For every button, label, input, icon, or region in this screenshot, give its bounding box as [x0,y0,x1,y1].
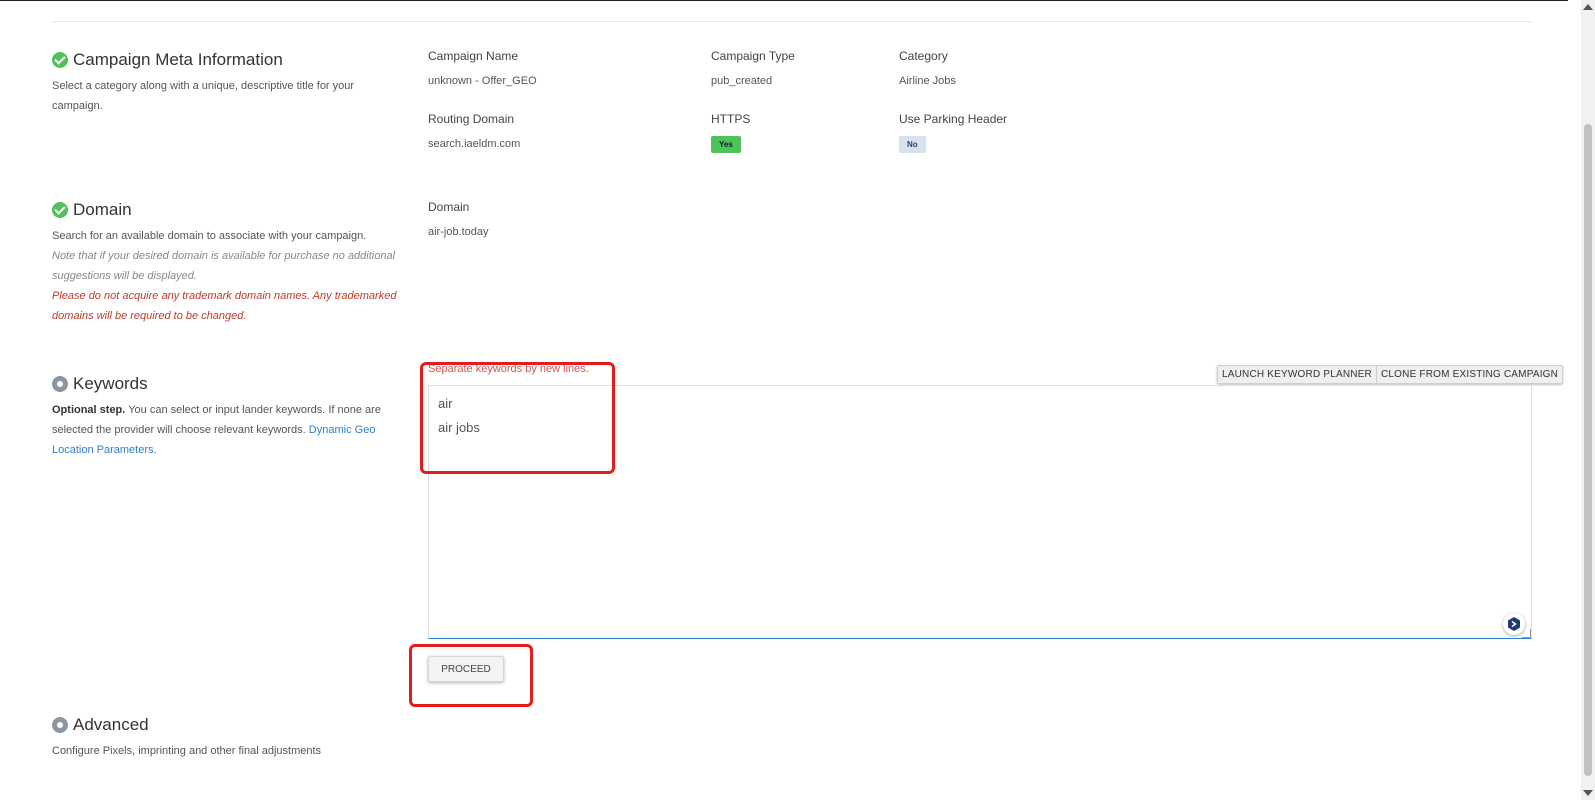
advanced-section: Advanced Configure Pixels, imprinting an… [52,715,402,761]
meta-title: Campaign Meta Information [52,50,402,70]
keyword-actions: LAUNCH KEYWORD PLANNER CLONE FROM EXISTI… [1217,365,1564,384]
scroll-thumb[interactable] [1584,124,1592,776]
check-circle-icon [52,202,68,218]
category-field: Category Airline Jobs [899,49,956,87]
meta-section: Campaign Meta Information Select a categ… [52,50,402,116]
clone-existing-campaign-button[interactable]: CLONE FROM EXISTING CAMPAIGN [1375,366,1563,383]
campaign-name-field: Campaign Name unknown - Offer_GEO [428,49,537,87]
keywords-description: Optional step. You can select or input l… [52,404,381,456]
category-value: Airline Jobs [899,75,956,87]
scroll-up-icon[interactable] [1583,4,1593,10]
routing-domain-value: search.iaeldm.com [428,138,521,150]
advanced-description: Configure Pixels, imprinting and other f… [52,745,322,757]
assistant-widget-icon[interactable] [1503,613,1525,635]
domain-field: Domain air-job.today [428,200,489,238]
keywords-section: Keywords Optional step. You can select o… [52,374,402,460]
check-circle-icon [52,52,68,68]
campaign-type-value: pub_created [711,75,773,87]
scrollbar[interactable] [1581,0,1595,800]
domain-warning: Please do not acquire any trademark doma… [52,290,397,322]
radio-dot-icon [52,376,68,392]
top-border [0,0,1568,1]
scroll-down-icon[interactable] [1583,790,1593,796]
keywords-highlight [420,362,615,474]
https-badge: Yes [711,136,741,153]
domain-description: Search for an available domain to associ… [52,230,367,242]
domain-value: air-job.today [428,226,489,238]
parking-header-badge: No [899,136,926,153]
domain-title: Domain [52,200,402,220]
section-divider [52,21,1532,22]
launch-keyword-planner-button[interactable]: LAUNCH KEYWORD PLANNER [1218,366,1376,383]
https-field: HTTPS Yes [711,112,750,153]
domain-section: Domain Search for an available domain to… [52,200,402,326]
radio-dot-icon [52,717,68,733]
domain-note: Note that if your desired domain is avai… [52,250,396,282]
campaign-name-value: unknown - Offer_GEO [428,75,537,87]
routing-domain-field: Routing Domain search.iaeldm.com [428,112,521,150]
parking-header-field: Use Parking Header No [899,112,1007,153]
meta-description: Select a category along with a unique, d… [52,80,355,112]
keywords-title: Keywords [52,374,402,394]
proceed-highlight [409,644,533,707]
resize-handle[interactable] [1522,629,1531,638]
advanced-title: Advanced [52,715,402,735]
campaign-type-field: Campaign Type pub_created [711,49,795,87]
